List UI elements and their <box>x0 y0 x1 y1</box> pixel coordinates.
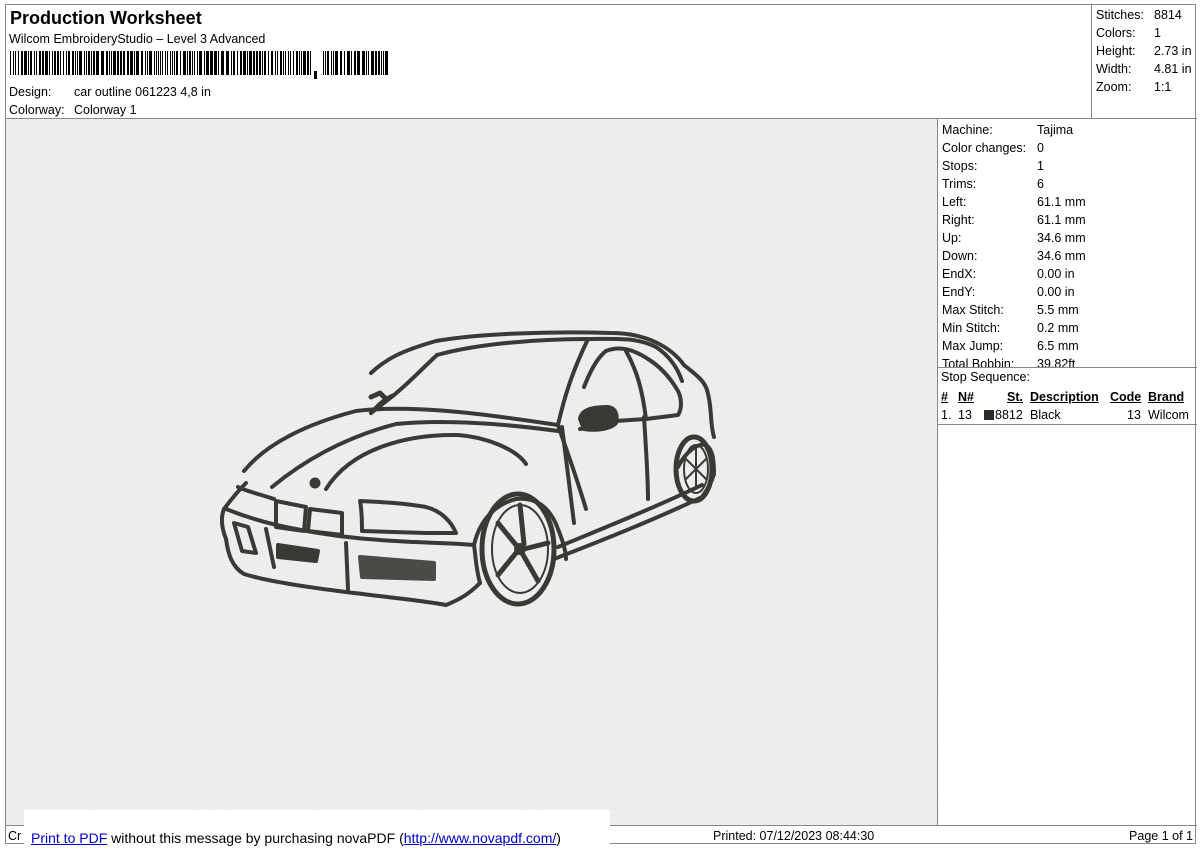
col-num: # <box>941 390 948 404</box>
machine-info-value: 61.1 mm <box>1037 195 1086 209</box>
row-description: Black <box>1030 408 1061 422</box>
col-description: Description <box>1030 390 1099 404</box>
machine-info-panel: Machine: Tajima Color changes: 0 Stops: 1 Trim… <box>938 119 1197 825</box>
machine-info-label: Left: <box>942 195 967 209</box>
machine-info-label: Min Stitch: <box>942 321 1001 335</box>
machine-info-label: EndY: <box>942 285 976 299</box>
zoom-label: Zoom: <box>1096 80 1132 94</box>
width-label: Width: <box>1096 62 1132 76</box>
barcode <box>10 51 388 79</box>
page-number: Page 1 of 1 <box>1129 829 1193 843</box>
design-value: car outline 061223 4,8 in <box>74 85 211 99</box>
machine-info-value: 0.00 in <box>1037 285 1075 299</box>
row-st: 8812 <box>995 408 1023 422</box>
height-label: Height: <box>1096 44 1136 58</box>
colorway-row: Colorway: Colorway 1 <box>9 103 137 117</box>
print-to-pdf-link[interactable]: Print to PDF <box>31 830 107 846</box>
zoom-value: 1:1 <box>1154 80 1172 94</box>
row-num: 1. <box>941 408 952 422</box>
footer: Cr Print to PDF without this message by … <box>6 810 1197 846</box>
machine-info-value: 34.6 mm <box>1037 231 1086 245</box>
machine-info-label: Up: <box>942 231 962 245</box>
footer-cr: Cr <box>8 829 22 843</box>
row-n: 13 <box>958 408 972 422</box>
machine-info-label: EndX: <box>942 267 977 281</box>
novapdf-text: without this message by purchasing novaP… <box>107 830 404 846</box>
novapdf-close: ) <box>556 830 561 846</box>
machine-info-value: 1 <box>1037 159 1044 173</box>
stitches-label: Stitches: <box>1096 8 1144 22</box>
col-brand: Brand <box>1148 390 1185 404</box>
machine-info-value: 5.5 mm <box>1037 303 1079 317</box>
machine-info-label: Stops: <box>942 159 978 173</box>
colorway-label: Colorway: <box>9 103 65 117</box>
design-row: Design: car outline 061223 4,8 in <box>9 85 211 99</box>
machine-info-label: Max Stitch: <box>942 303 1004 317</box>
car-outline-embroidery <box>219 330 716 607</box>
machine-info-label: Trims: <box>942 177 977 191</box>
width-value: 4.81 in <box>1154 62 1192 76</box>
machine-info-value: 6 <box>1037 177 1044 191</box>
colorway-value: Colorway 1 <box>74 103 137 117</box>
machine-info-label: Machine: <box>942 123 993 137</box>
colors-value: 1 <box>1154 26 1161 40</box>
novapdf-url-link[interactable]: http://www.novapdf.com/ <box>404 830 557 846</box>
stitches-value: 8814 <box>1154 8 1182 22</box>
stop-sequence-title: Stop Sequence: <box>938 367 1197 385</box>
row-code: 13 <box>1127 408 1141 422</box>
height-value: 2.73 in <box>1154 44 1192 58</box>
printed-timestamp: Printed: 07/12/2023 08:44:30 <box>713 829 875 843</box>
col-n: N# <box>958 390 974 404</box>
machine-info-label: Right: <box>942 213 975 227</box>
header-panel: Production Worksheet Wilcom EmbroiderySt… <box>6 5 1092 119</box>
row-brand: Wilcom <box>1148 408 1189 422</box>
machine-info-label: Max Jump: <box>942 339 1004 353</box>
design-preview <box>6 119 938 825</box>
machine-info-label: Down: <box>942 249 978 263</box>
design-label: Design: <box>9 85 52 99</box>
stop-sequence-table: # N# St. Description Code Brand 1. 13 88… <box>938 387 1197 425</box>
thread-color-swatch <box>984 410 994 420</box>
col-st: St. <box>1007 390 1023 404</box>
colors-label: Colors: <box>1096 26 1136 40</box>
machine-info-value: 0.00 in <box>1037 267 1075 281</box>
machine-info-value: 34.6 mm <box>1037 249 1086 263</box>
machine-info-value: 0 <box>1037 141 1044 155</box>
summary-panel: Stitches: 8814 Colors: 1 Height: 2.73 in… <box>1092 5 1197 119</box>
worksheet-frame: Production Worksheet Wilcom EmbroiderySt… <box>5 4 1197 846</box>
machine-info-value: 6.5 mm <box>1037 339 1079 353</box>
novapdf-message: Print to PDF without this message by pur… <box>24 810 610 846</box>
machine-info-value: 61.1 mm <box>1037 213 1086 227</box>
machine-info-value: Tajima <box>1037 123 1074 137</box>
col-code: Code <box>1110 390 1142 404</box>
software-name: Wilcom EmbroideryStudio – Level 3 Advanc… <box>9 32 266 46</box>
page-title: Production Worksheet <box>10 8 202 28</box>
machine-info-value: 0.2 mm <box>1037 321 1079 335</box>
machine-info-label: Color changes: <box>942 141 1027 155</box>
